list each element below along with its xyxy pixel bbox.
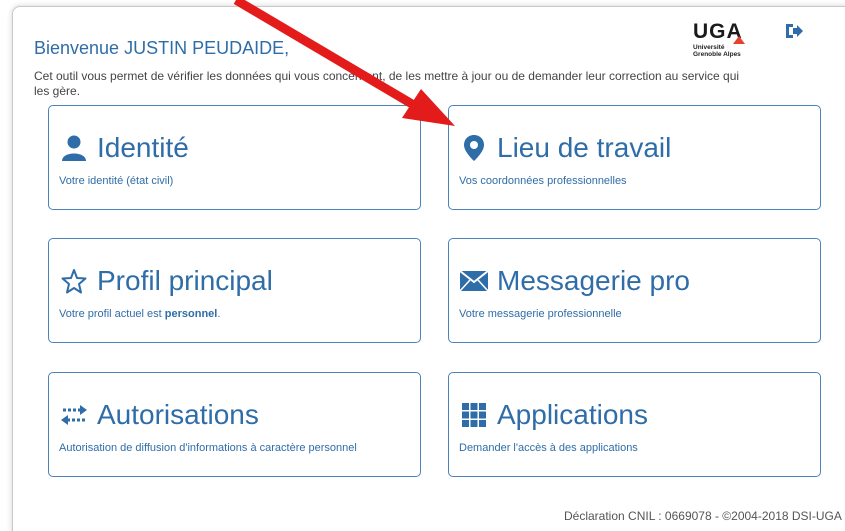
star-outline-icon: [59, 266, 89, 296]
profile-type: personnel: [164, 308, 218, 320]
logo-line-1: Université: [693, 44, 725, 51]
card-description: Votre identité (état civil): [59, 175, 174, 187]
description-suffix: .: [217, 308, 221, 320]
logo-subtitle: Université Grenoble Alpes: [693, 44, 741, 58]
footer-cnil: Déclaration CNIL : 0669078 - ©2004-2018 …: [564, 509, 842, 523]
card-title: Messagerie pro: [497, 265, 690, 296]
card-title: Lieu de travail: [497, 132, 672, 163]
transfer-arrows-icon: [59, 400, 89, 430]
card-description: Votre messagerie professionnelle: [459, 308, 622, 320]
logout-icon[interactable]: [784, 22, 804, 40]
card-title: Autorisations: [97, 399, 259, 430]
envelope-icon: [459, 266, 489, 296]
card-profil-principal[interactable]: Profil principal Votre profil actuel est…: [48, 238, 421, 343]
user-icon: [59, 133, 89, 163]
card-messagerie-pro[interactable]: Messagerie pro Votre messagerie professi…: [448, 238, 821, 343]
card-description: Demander l'accès à des applications: [459, 442, 638, 454]
card-title: Applications: [497, 399, 648, 430]
logo-line-2: Grenoble Alpes: [693, 51, 741, 58]
card-autorisations[interactable]: Autorisations Autorisation de diffusion …: [48, 372, 421, 477]
welcome-heading: Bienvenue JUSTIN PEUDAIDE,: [34, 38, 290, 58]
intro-text: Cet outil vous permet de vérifier les do…: [34, 69, 740, 98]
card-title: Identité: [97, 132, 189, 163]
grid-icon: [459, 400, 489, 430]
map-marker-icon: [459, 133, 489, 163]
description-prefix: Votre profil actuel est: [59, 308, 165, 320]
card-identite[interactable]: Identité Votre identité (état civil): [48, 105, 421, 210]
card-description: Vos coordonnées professionnelles: [459, 175, 627, 187]
uga-logo: UGA Université Grenoble Alpes: [693, 20, 753, 60]
card-description: Votre profil actuel est personnel.: [59, 308, 220, 320]
card-description: Autorisation de diffusion d'informations…: [59, 442, 357, 454]
card-applications[interactable]: Applications Demander l'accès à des appl…: [448, 372, 821, 477]
card-title: Profil principal: [97, 265, 273, 296]
logo-triangle-icon: [733, 36, 745, 44]
card-lieu-de-travail[interactable]: Lieu de travail Vos coordonnées professi…: [448, 105, 821, 210]
